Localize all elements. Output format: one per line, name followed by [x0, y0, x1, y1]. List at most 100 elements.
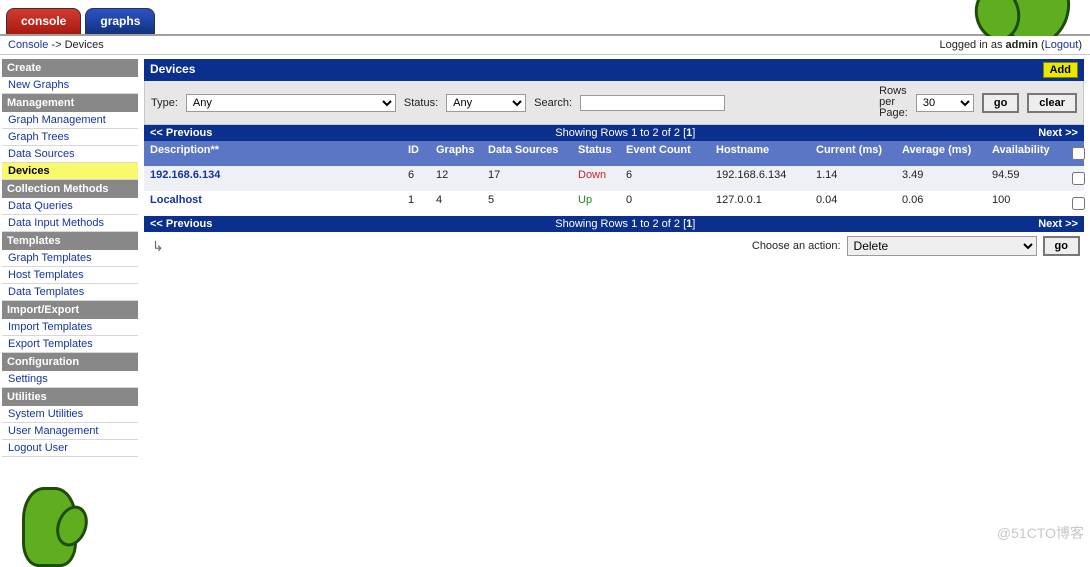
col-availability[interactable]: Availability [986, 141, 1062, 166]
sidebar-item-graph-templates[interactable]: Graph Templates [2, 250, 138, 267]
cell-graphs: 4 [430, 191, 482, 216]
status-select[interactable]: Any [446, 94, 526, 112]
nav-header: Create [2, 59, 138, 77]
sidebar-item-label[interactable]: Logout User [8, 442, 68, 454]
action-label: Choose an action: [752, 240, 841, 252]
nav-header: Templates [2, 232, 138, 250]
status-label: Status: [404, 97, 438, 109]
pager-prev[interactable]: << Previous [150, 127, 212, 139]
cell-data-sources: 5 [482, 191, 572, 216]
nav-header: Management [2, 94, 138, 112]
col-hostname[interactable]: Hostname [710, 141, 810, 166]
table-row[interactable]: 192.168.6.13461217Down6192.168.6.1341.14… [144, 166, 1084, 191]
breadcrumb-root[interactable]: Console [8, 39, 48, 51]
add-button[interactable]: Add [1043, 62, 1078, 78]
sidebar-item-label[interactable]: Export Templates [8, 338, 93, 350]
cell-availability: 94.59 [986, 166, 1062, 191]
cell-current: 0.04 [810, 191, 896, 216]
sidebar-item-label[interactable]: Data Templates [8, 286, 84, 298]
sidebar-item-system-utilities[interactable]: System Utilities [2, 406, 138, 423]
sidebar-item-label[interactable]: Data Sources [8, 148, 75, 160]
cell-current: 1.14 [810, 166, 896, 191]
cell-status: Up [572, 191, 620, 216]
sidebar-item-label[interactable]: Devices [8, 165, 50, 177]
sidebar-item-label[interactable]: User Management [8, 425, 99, 437]
pager-next-bottom[interactable]: Next >> [1038, 218, 1078, 230]
sidebar-item-label[interactable]: New Graphs [8, 79, 69, 91]
sidebar-item-label[interactable]: Data Input Methods [8, 217, 104, 229]
cell-id: 1 [402, 191, 430, 216]
cell-availability: 100 [986, 191, 1062, 216]
breadcrumb-row: Console -> Devices Logged in as admin (L… [0, 36, 1090, 55]
device-link[interactable]: 192.168.6.134 [150, 169, 220, 181]
row-checkbox[interactable] [1072, 197, 1085, 210]
select-all-checkbox[interactable] [1072, 147, 1085, 160]
cactus-logo-top [960, 0, 1080, 36]
search-input[interactable] [580, 95, 725, 111]
col-graphs[interactable]: Graphs [430, 141, 482, 166]
sidebar-item-user-management[interactable]: User Management [2, 423, 138, 440]
sidebar-item-devices[interactable]: Devices [2, 163, 138, 180]
search-label: Search: [534, 97, 572, 109]
pane-title: Devices [150, 62, 195, 78]
cell-status: Down [572, 166, 620, 191]
sidebar-item-data-templates[interactable]: Data Templates [2, 284, 138, 301]
sidebar-item-label[interactable]: Import Templates [8, 321, 92, 333]
col-average[interactable]: Average (ms) [896, 141, 986, 166]
pager-next[interactable]: Next >> [1038, 127, 1078, 139]
col-status[interactable]: Status [572, 141, 620, 166]
sidebar-item-logout-user[interactable]: Logout User [2, 440, 138, 457]
filter-row: Type: Any Status: Any Search: Rows per P… [144, 81, 1084, 125]
sidebar-item-settings[interactable]: Settings [2, 371, 138, 388]
tab-console[interactable]: console [6, 8, 81, 34]
rows-per-page-select[interactable]: 30 [916, 94, 974, 112]
cell-average: 3.49 [896, 166, 986, 191]
logout-link[interactable]: Logout [1045, 39, 1079, 51]
sidebar-item-new-graphs[interactable]: New Graphs [2, 77, 138, 94]
sidebar-item-graph-management[interactable]: Graph Management [2, 112, 138, 129]
sidebar-item-data-queries[interactable]: Data Queries [2, 198, 138, 215]
sidebar-item-label[interactable]: Graph Templates [8, 252, 92, 264]
filter-go-button[interactable]: go [982, 93, 1019, 113]
pager-prev-bottom[interactable]: << Previous [150, 218, 212, 230]
col-description[interactable]: Description** [144, 141, 402, 166]
top-tab-bar: console graphs [0, 0, 1090, 36]
tab-graphs[interactable]: graphs [85, 8, 155, 34]
col-current[interactable]: Current (ms) [810, 141, 896, 166]
action-select[interactable]: Delete [847, 236, 1037, 256]
sidebar-item-graph-trees[interactable]: Graph Trees [2, 129, 138, 146]
sidebar-item-label[interactable]: Graph Management [8, 114, 106, 126]
sidebar-item-label[interactable]: Graph Trees [8, 131, 69, 143]
cell-event-count: 6 [620, 166, 710, 191]
sidebar-item-export-templates[interactable]: Export Templates [2, 336, 138, 353]
sidebar-item-data-sources[interactable]: Data Sources [2, 146, 138, 163]
sidebar: Create New Graphs Management Graph Manageme… [0, 55, 140, 547]
col-checkbox-header[interactable] [1062, 141, 1084, 166]
col-id[interactable]: ID [402, 141, 430, 166]
action-go-button[interactable]: go [1043, 236, 1080, 256]
sidebar-item-host-templates[interactable]: Host Templates [2, 267, 138, 284]
col-event-count[interactable]: Event Count [620, 141, 710, 166]
sidebar-item-label[interactable]: Host Templates [8, 269, 84, 281]
sidebar-item-import-templates[interactable]: Import Templates [2, 319, 138, 336]
sidebar-item-label[interactable]: Data Queries [8, 200, 73, 212]
cell-average: 0.06 [896, 191, 986, 216]
type-label: Type: [151, 97, 178, 109]
sidebar-item-label[interactable]: Settings [8, 373, 48, 385]
nav-header: Collection Methods [2, 180, 138, 198]
row-checkbox[interactable] [1072, 172, 1085, 185]
filter-clear-button[interactable]: clear [1027, 93, 1077, 113]
col-data-sources[interactable]: Data Sources [482, 141, 572, 166]
cell-id: 6 [402, 166, 430, 191]
type-select[interactable]: Any [186, 94, 396, 112]
sidebar-item-label[interactable]: System Utilities [8, 408, 83, 420]
cactus-logo-bottom [2, 487, 138, 547]
rows-per-page-label: Rows per Page: [879, 86, 908, 119]
sidebar-item-data-input-methods[interactable]: Data Input Methods [2, 215, 138, 232]
cell-event-count: 0 [620, 191, 710, 216]
login-status: Logged in as admin (Logout) [939, 39, 1082, 51]
table-row[interactable]: Localhost145Up0127.0.0.10.040.06100 [144, 191, 1084, 216]
pager-bottom: << Previous Showing Rows 1 to 2 of 2 [1]… [144, 216, 1084, 232]
action-row: ↳ Choose an action: Delete go [144, 232, 1084, 256]
device-link[interactable]: Localhost [150, 194, 202, 206]
